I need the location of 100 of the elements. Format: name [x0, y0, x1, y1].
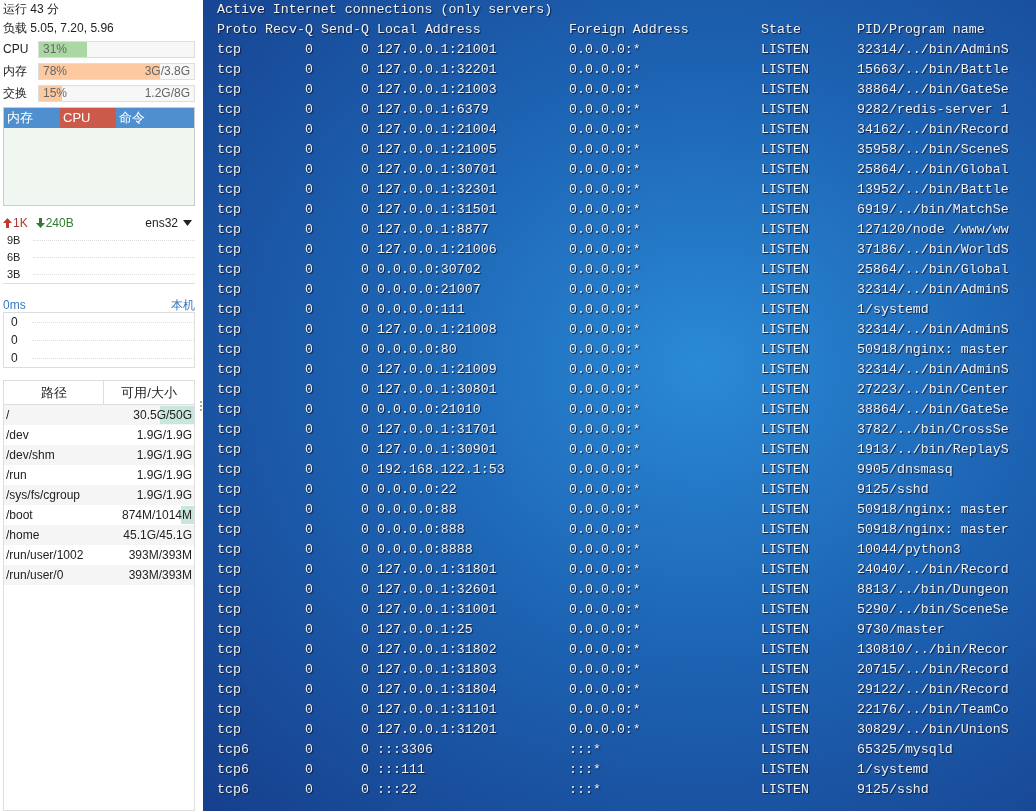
table-cell-text: 25864/../bin/Global [857, 261, 1010, 279]
table-cell-text: 0 [360, 461, 370, 479]
table-cell-text: 0 [360, 301, 370, 319]
splitter-handle[interactable] [199, 400, 202, 411]
table-cell-text: tcp [217, 321, 242, 339]
table-cell-text: 0 [304, 441, 314, 459]
table-cell-text: 50918/nginx: master [857, 501, 1010, 519]
table-cell-text: tcp [217, 81, 242, 99]
table-cell-text: 0 [304, 261, 314, 279]
table-cell-text: LISTEN [761, 181, 810, 199]
table-cell-text: 0 [304, 61, 314, 79]
table-cell-text: tcp [217, 601, 242, 619]
table-cell-text: :::* [569, 781, 602, 799]
table-cell-text: 0 [360, 381, 370, 399]
table-cell-text: LISTEN [761, 601, 810, 619]
table-cell-text: 0 [360, 781, 370, 799]
table-cell-text: LISTEN [761, 121, 810, 139]
table-cell-text: /sys/fs/cgroup [5, 487, 82, 504]
column-header[interactable]: 路径 [4, 381, 104, 404]
table-cell-text: 0 [304, 621, 314, 639]
meter-label: CPU [3, 41, 30, 58]
table-cell-text: 5290/../bin/SceneSe [857, 601, 1010, 619]
table-cell-text: /run/user/1002 [5, 547, 85, 564]
table-cell-text: LISTEN [761, 81, 810, 99]
interface-dropdown[interactable]: ens32 [145, 214, 195, 232]
table-cell-text: 0 [360, 641, 370, 659]
table-cell-text: 9125/sshd [857, 481, 930, 499]
table-cell-text: 874M/1014M [121, 507, 192, 524]
table-cell-text: LISTEN [761, 141, 810, 159]
table-cell-text: 0 [304, 81, 314, 99]
table-cell-text: 0.0.0.0:* [569, 641, 642, 659]
table-cell-text: 0 [360, 281, 370, 299]
disk-row[interactable]: / 30.5G/50G [4, 405, 194, 425]
table-cell-text: 0 [304, 781, 314, 799]
table-cell-text: 50918/nginx: master [857, 521, 1010, 539]
table-cell-text: 0.0.0.0:* [569, 581, 642, 599]
table-cell-text: 127.0.0.1:31501 [377, 201, 498, 219]
table-cell-text: 0 [304, 461, 314, 479]
table-cell-text: 0.0.0.0:* [569, 421, 642, 439]
table-cell-text: 27223/../bin/Center [857, 381, 1010, 399]
table-cell-text: 0.0.0.0:* [569, 321, 642, 339]
table-cell-text: 0 [360, 481, 370, 499]
table-cell-text: 127.0.0.1:31101 [377, 701, 498, 719]
column-tab[interactable]: CPU [60, 108, 116, 128]
table-cell-text: 0 [360, 261, 370, 279]
table-cell-text: tcp [217, 561, 242, 579]
table-cell-text: 0 [304, 221, 314, 239]
table-cell-text: 0 [360, 161, 370, 179]
table-cell-text: 0 [360, 421, 370, 439]
uptime-text: 运行 43 分 [3, 1, 60, 18]
disk-row[interactable]: /run/user/0 393M/393M [4, 565, 194, 585]
table-cell-text: 0.0.0.0:* [569, 341, 642, 359]
table-cell-text: 1.9G/1.9G [136, 427, 192, 444]
table-cell-text: 0.0.0.0:* [569, 121, 642, 139]
table-cell-text: LISTEN [761, 421, 810, 439]
table-cell-text: tcp [217, 201, 242, 219]
table-cell-text: 0 [360, 401, 370, 419]
table-cell-text: 0 [360, 741, 370, 759]
table-cell-text: 127.0.0.1:8877 [377, 221, 490, 239]
table-cell-text: 1.9G/1.9G [136, 447, 192, 464]
table-cell-text: tcp [217, 161, 242, 179]
table-cell-text: LISTEN [761, 641, 810, 659]
table-cell-text: 3782/../bin/CrossSe [857, 421, 1010, 439]
table-cell-text: LISTEN [761, 61, 810, 79]
disk-row[interactable]: /sys/fs/cgroup 1.9G/1.9G [4, 485, 194, 505]
column-header[interactable]: 可用/大小 [104, 381, 194, 404]
table-cell-text: 127.0.0.1:31201 [377, 721, 498, 739]
column-header: Proto [217, 21, 258, 39]
disk-row[interactable]: /home 45.1G/45.1G [4, 525, 194, 545]
table-cell-text: 25864/../bin/Global [857, 161, 1010, 179]
table-cell-text: 0.0.0.0:* [569, 381, 642, 399]
table-cell-text: 127.0.0.1:31001 [377, 601, 498, 619]
table-cell-text: 127.0.0.1:21001 [377, 41, 498, 59]
table-cell-text: 0 [304, 601, 314, 619]
table-cell-text: 0 [304, 681, 314, 699]
table-cell-text: 0 [360, 41, 370, 59]
table-cell-text: tcp [217, 341, 242, 359]
table-cell-text: tcp [217, 121, 242, 139]
table-cell-text: 0.0.0.0:22 [377, 481, 458, 499]
column-header: Recv-Q [265, 21, 314, 39]
axis-label: 3B [7, 267, 21, 283]
disk-row[interactable]: /dev/shm 1.9G/1.9G [4, 445, 194, 465]
table-cell-text: tcp [217, 181, 242, 199]
table-cell-text: LISTEN [761, 301, 810, 319]
table-cell-text: LISTEN [761, 201, 810, 219]
table-cell-text: tcp [217, 701, 242, 719]
table-cell-text: tcp [217, 101, 242, 119]
table-cell-text: 0.0.0.0:* [569, 481, 642, 499]
table-cell-text: LISTEN [761, 101, 810, 119]
disk-row[interactable]: /boot 874M/1014M [4, 505, 194, 525]
upload-rate: 1K [13, 215, 28, 232]
table-cell-text: 22176/../bin/TeamCo [857, 701, 1010, 719]
axis-label: 9B [7, 233, 21, 249]
table-cell-text: 38864/../bin/GateSe [857, 401, 1010, 419]
table-cell-text: :::* [569, 741, 602, 759]
table-cell-text: 127.0.0.1:21006 [377, 241, 498, 259]
table-cell-text: 0 [360, 541, 370, 559]
table-cell-text: LISTEN [761, 701, 810, 719]
table-cell-text: tcp6 [217, 761, 250, 779]
table-cell-text: 0 [304, 321, 314, 339]
